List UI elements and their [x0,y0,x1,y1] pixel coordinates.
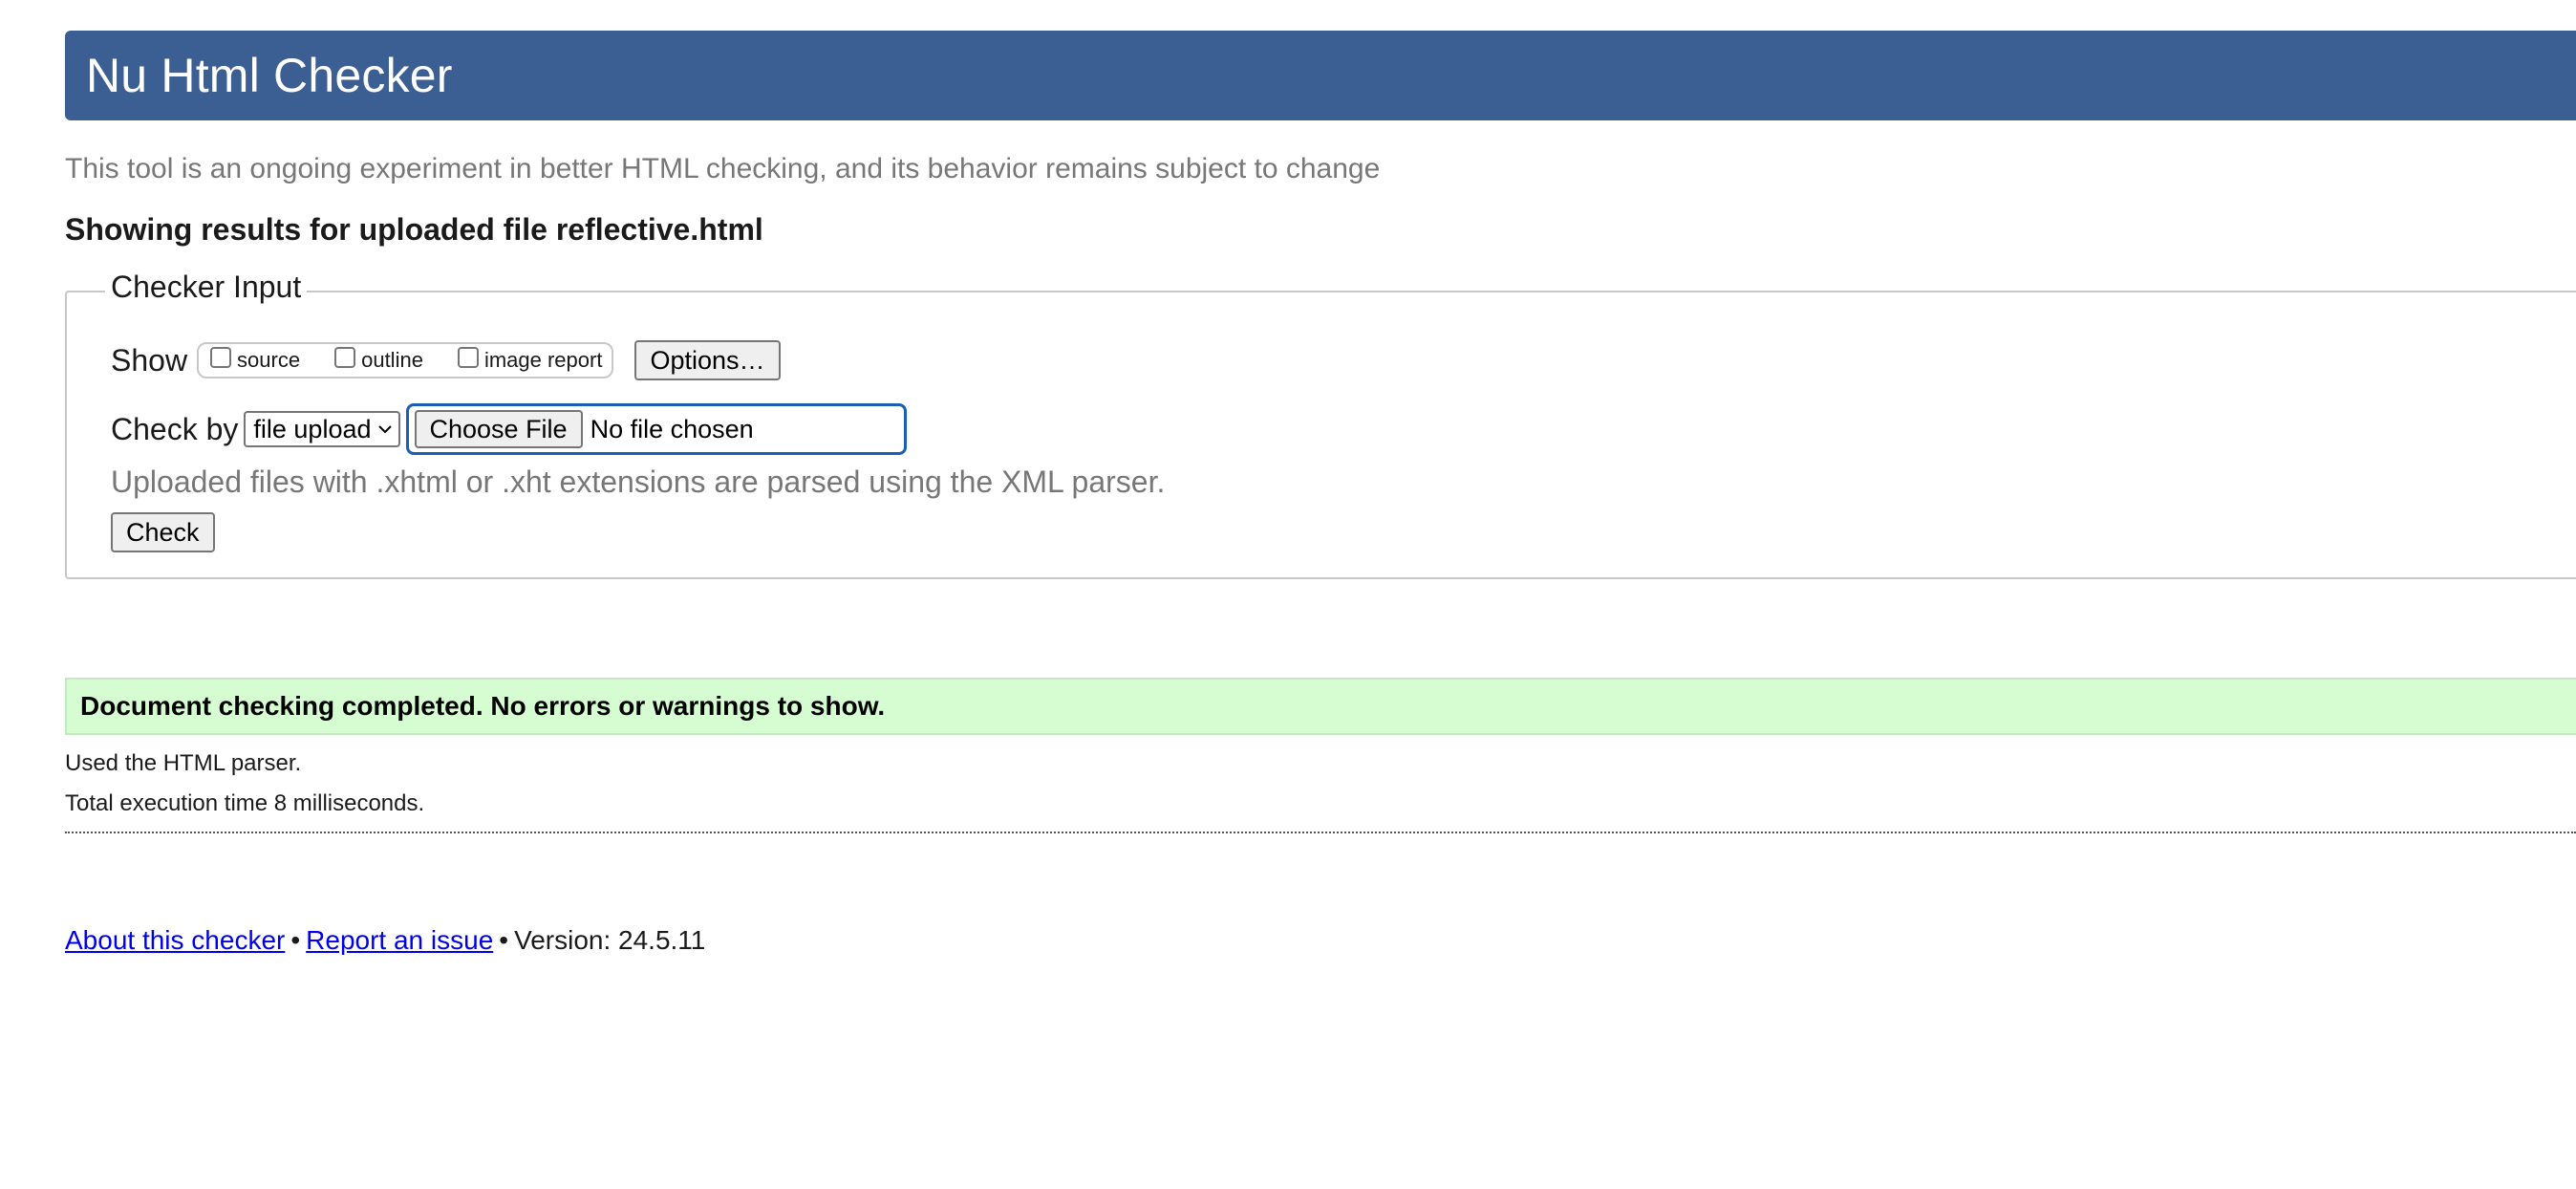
report-issue-link[interactable]: Report an issue [306,925,493,955]
source-option[interactable]: source [210,347,301,373]
source-checkbox-label: source [237,348,301,372]
outline-option[interactable]: outline [334,347,423,373]
divider [65,832,2576,833]
show-label: Show [111,342,188,378]
xml-parser-hint: Uploaded files with .xhtml or .xht exten… [111,465,1166,499]
footer: About this checker • Report an issue • Versi… [65,925,705,956]
parser-info: Used the HTML parser. [65,750,302,776]
image-report-checkbox[interactable] [457,347,479,368]
footer-separator: • [290,925,301,955]
fieldset-legend: Checker Input [105,270,308,305]
choose-file-button[interactable]: Choose File [414,410,583,448]
image-report-option[interactable]: image report [457,347,603,373]
show-row: Show source outline image report Options… [111,340,781,380]
show-options-group: source outline image report [197,342,614,378]
results-heading: Showing results for uploaded file reflec… [65,212,763,247]
version-text: Version: 24.5.11 [514,925,706,955]
check-by-row: Check by file upload Choose File No file… [111,403,907,455]
outline-checkbox-label: outline [361,348,423,372]
chevron-down-icon [377,425,392,434]
file-input[interactable]: Choose File No file chosen [405,403,907,455]
check-by-selected-value: file upload [253,414,372,443]
check-by-select[interactable]: file upload [244,411,400,447]
tool-description: This tool is an ongoing experiment in be… [65,153,1381,184]
options-button[interactable]: Options… [634,340,781,380]
success-message: Document checking completed. No errors o… [65,678,2576,735]
file-status: No file chosen [590,414,754,443]
page-header: Nu Html Checker [65,31,2576,120]
page: Nu Html Checker This tool is an ongoing … [0,0,2576,1189]
source-checkbox[interactable] [210,347,232,368]
footer-separator: • [499,925,509,955]
image-report-checkbox-label: image report [483,348,603,372]
check-by-label: Check by [111,411,239,446]
outline-checkbox[interactable] [334,347,356,368]
check-button[interactable]: Check [111,512,215,552]
about-link[interactable]: About this checker [65,925,285,955]
execution-time-info: Total execution time 8 milliseconds. [65,790,425,816]
checker-input-fieldset: Checker Input Show source outline image … [65,270,2576,579]
page-title: Nu Html Checker [86,49,453,102]
